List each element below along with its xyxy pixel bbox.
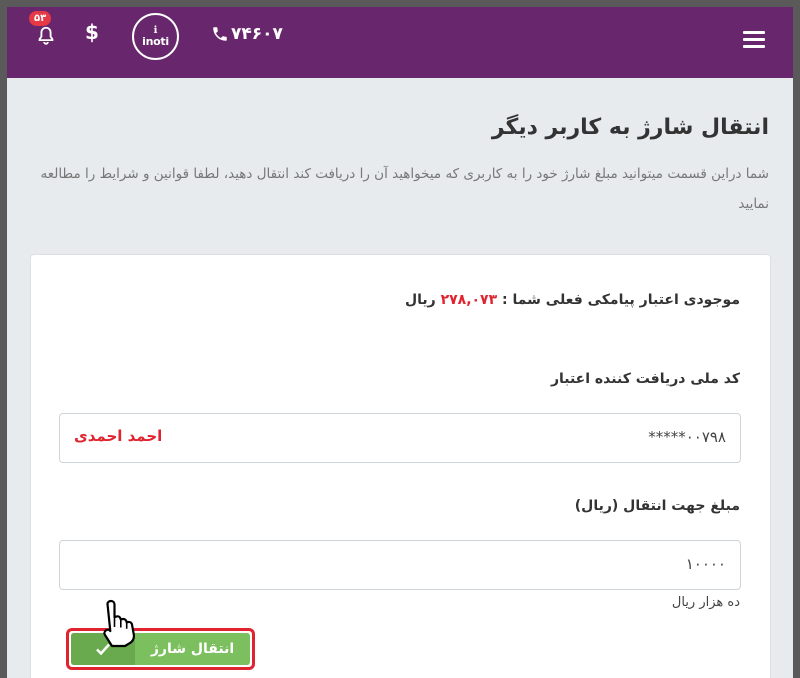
pointer-hand-icon [103, 599, 136, 648]
amount-value: ۱۰۰۰۰ [685, 555, 726, 573]
amount-input[interactable]: ۱۰۰۰۰ [59, 540, 741, 590]
submit-label: انتقال شارژ [150, 641, 235, 657]
balance-unit: ریال [404, 292, 436, 308]
amount-label: مبلغ جهت انتقال (ریال) [574, 498, 740, 514]
submit-button-highlight: انتقال شارژ [66, 628, 255, 670]
balance-amount: ۲۷۸,۰۷۳ [440, 292, 498, 308]
phone-icon [213, 27, 227, 41]
national-code-value: *****۰۰۷۹۸ [648, 428, 726, 446]
hamburger-menu-icon[interactable] [743, 31, 765, 49]
recipient-name: احمد احمدی [74, 427, 163, 445]
national-code-label: کد ملی دریافت کننده اعتبار [550, 371, 740, 387]
balance-label: موجودی اعتبار پیامکی فعلی شما : [502, 292, 740, 308]
transfer-form-card: موجودی اعتبار پیامکی فعلی شما : ۲۷۸,۰۷۳ … [30, 254, 771, 678]
app-frame: ۵۳ $ ℹ inoti ۷۴۶۰۷ انتقال شارژ به کاربر … [7, 7, 793, 678]
amount-hint: ده هزار ریال [671, 595, 740, 610]
brand-logo[interactable]: ℹ inoti [132, 13, 179, 60]
national-code-input[interactable]: *****۰۰۷۹۸ احمد احمدی [59, 413, 741, 463]
top-header: ۵۳ $ ℹ inoti ۷۴۶۰۷ [7, 7, 793, 78]
page-description: شما دراین قسمت میتوانید مبلغ شارژ خود را… [40, 166, 769, 212]
page-title: انتقال شارژ به کاربر دیگر [491, 115, 769, 140]
notification-badge: ۵۳ [29, 11, 52, 26]
notification-bell[interactable] [35, 25, 57, 47]
info-icon: ℹ [153, 24, 158, 36]
phone-link[interactable]: ۷۴۶۰۷ [211, 24, 283, 44]
phone-number: ۷۴۶۰۷ [231, 24, 283, 44]
balance-line: موجودی اعتبار پیامکی فعلی شما : ۲۷۸,۰۷۳ … [405, 292, 740, 308]
dollar-icon[interactable]: $ [85, 20, 99, 44]
logo-text: inoti [142, 34, 169, 48]
bell-icon [38, 26, 54, 45]
